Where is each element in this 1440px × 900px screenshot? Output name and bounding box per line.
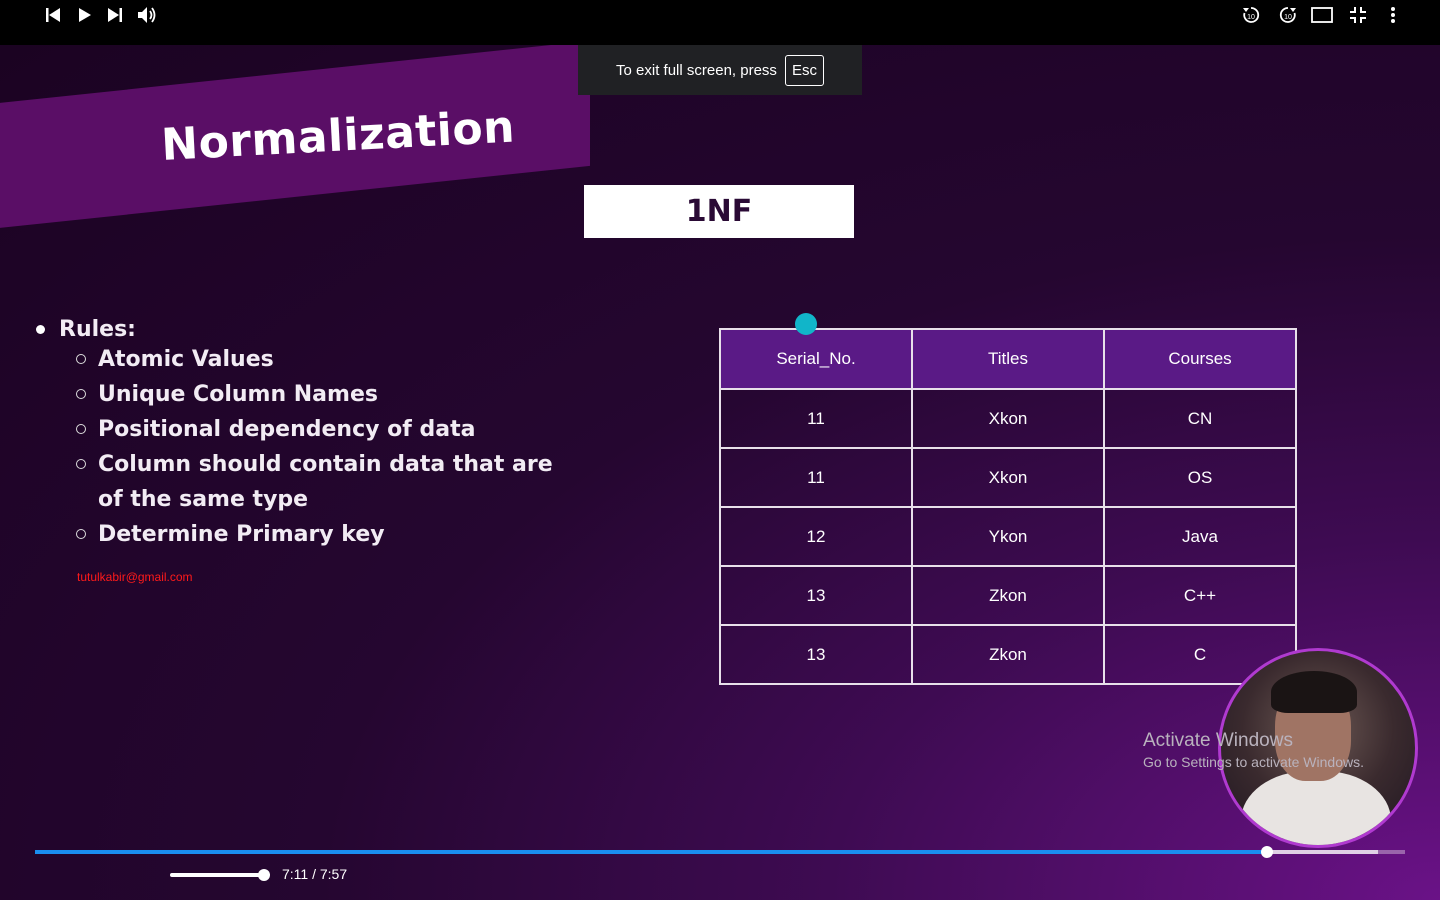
table-cell: Zkon (911, 624, 1105, 685)
previous-icon[interactable] (42, 0, 64, 30)
pointer-highlight (795, 313, 817, 335)
circle-bullet-icon (76, 354, 86, 364)
table-cell: 13 (719, 565, 913, 626)
svg-text:10: 10 (1284, 14, 1292, 21)
rule-text: Unique Column Names (98, 382, 378, 407)
next-icon[interactable] (104, 0, 126, 30)
table-cell: 13 (719, 624, 913, 685)
table-cell: Zkon (911, 565, 1105, 626)
rule-text: Positional dependency of data (98, 417, 476, 442)
table-cell: Xkon (911, 447, 1105, 508)
table-cell: 12 (719, 506, 913, 567)
rule-text: Atomic Values (98, 347, 274, 372)
rules-list: Rules: Atomic Values Unique Column Names P… (34, 317, 558, 552)
top-black-bar (0, 0, 1440, 45)
volume-slider-knob[interactable] (258, 869, 270, 881)
rule-text: Column should contain data that are of t… (98, 452, 553, 512)
more-options-icon[interactable] (1383, 0, 1403, 30)
rule-text: Determine Primary key (98, 522, 385, 547)
volume-icon[interactable] (135, 0, 159, 30)
rule-item: Unique Column Names (76, 377, 558, 412)
progress-scrubber[interactable] (1260, 846, 1273, 858)
table-row: 12 Ykon Java (719, 506, 1297, 567)
table-header-cell: Serial_No. (719, 328, 913, 390)
watermark-line1: Activate Windows (1143, 730, 1293, 751)
progress-played (35, 850, 1267, 854)
table-cell: C++ (1103, 565, 1297, 626)
circle-bullet-icon (76, 389, 86, 399)
bullet-icon (36, 325, 45, 334)
table-header-cell: Titles (911, 328, 1105, 390)
table-row: 11 Xkon OS (719, 447, 1297, 508)
theater-mode-icon[interactable] (1310, 0, 1334, 30)
exit-fullscreen-icon[interactable] (1346, 0, 1370, 30)
activate-windows-watermark: Activate Windows Go to Settings to activ… (1143, 730, 1364, 770)
table-row: 11 Xkon CN (719, 388, 1297, 449)
table-cell: Ykon (911, 506, 1105, 567)
video-frame[interactable]: Normalization 1NF Rules: Atomic Values Un… (0, 45, 1440, 900)
table-cell: Java (1103, 506, 1297, 567)
circle-bullet-icon (76, 459, 86, 469)
table-cell: 11 (719, 447, 913, 508)
data-table: Serial_No. Titles Courses 11 Xkon CN 11 Xkon OS… (719, 328, 1297, 685)
rule-item: Determine Primary key (76, 517, 558, 552)
table-header-row: Serial_No. Titles Courses (719, 328, 1297, 390)
rule-item: Atomic Values (76, 342, 558, 377)
play-icon[interactable] (74, 0, 96, 30)
rule-item: Positional dependency of data (76, 412, 558, 447)
table-row: 13 Zkon C++ (719, 565, 1297, 626)
rules-heading: Rules: (34, 317, 558, 342)
presenter-shirt (1241, 771, 1391, 845)
rule-item: Column should contain data that are of t… (76, 447, 558, 517)
email-overlay: tutulkabir@gmail.com (77, 570, 193, 584)
table-cell: OS (1103, 447, 1297, 508)
volume-slider-track[interactable] (170, 873, 264, 877)
fullscreen-toast: To exit full screen, press Esc (578, 45, 862, 95)
forward-10-icon[interactable]: 10 (1276, 0, 1300, 30)
table-header-cell: Courses (1103, 328, 1297, 390)
time-display: 7:11 / 7:57 (282, 866, 348, 882)
presenter-hair (1271, 671, 1357, 713)
table-cell: Xkon (911, 388, 1105, 449)
rewind-10-icon[interactable]: 10 (1239, 0, 1263, 30)
table-cell: CN (1103, 388, 1297, 449)
esc-key-badge: Esc (784, 54, 824, 86)
nf-label-box: 1NF (584, 185, 854, 238)
table-row: 13 Zkon C (719, 624, 1297, 685)
svg-text:10: 10 (1247, 14, 1255, 21)
circle-bullet-icon (76, 529, 86, 539)
table-cell: 11 (719, 388, 913, 449)
progress-bar[interactable] (35, 846, 1405, 858)
watermark-line2: Go to Settings to activate Windows. (1143, 754, 1364, 770)
rules-heading-text: Rules: (59, 317, 136, 342)
toast-message: To exit full screen, press (616, 61, 777, 79)
circle-bullet-icon (76, 424, 86, 434)
